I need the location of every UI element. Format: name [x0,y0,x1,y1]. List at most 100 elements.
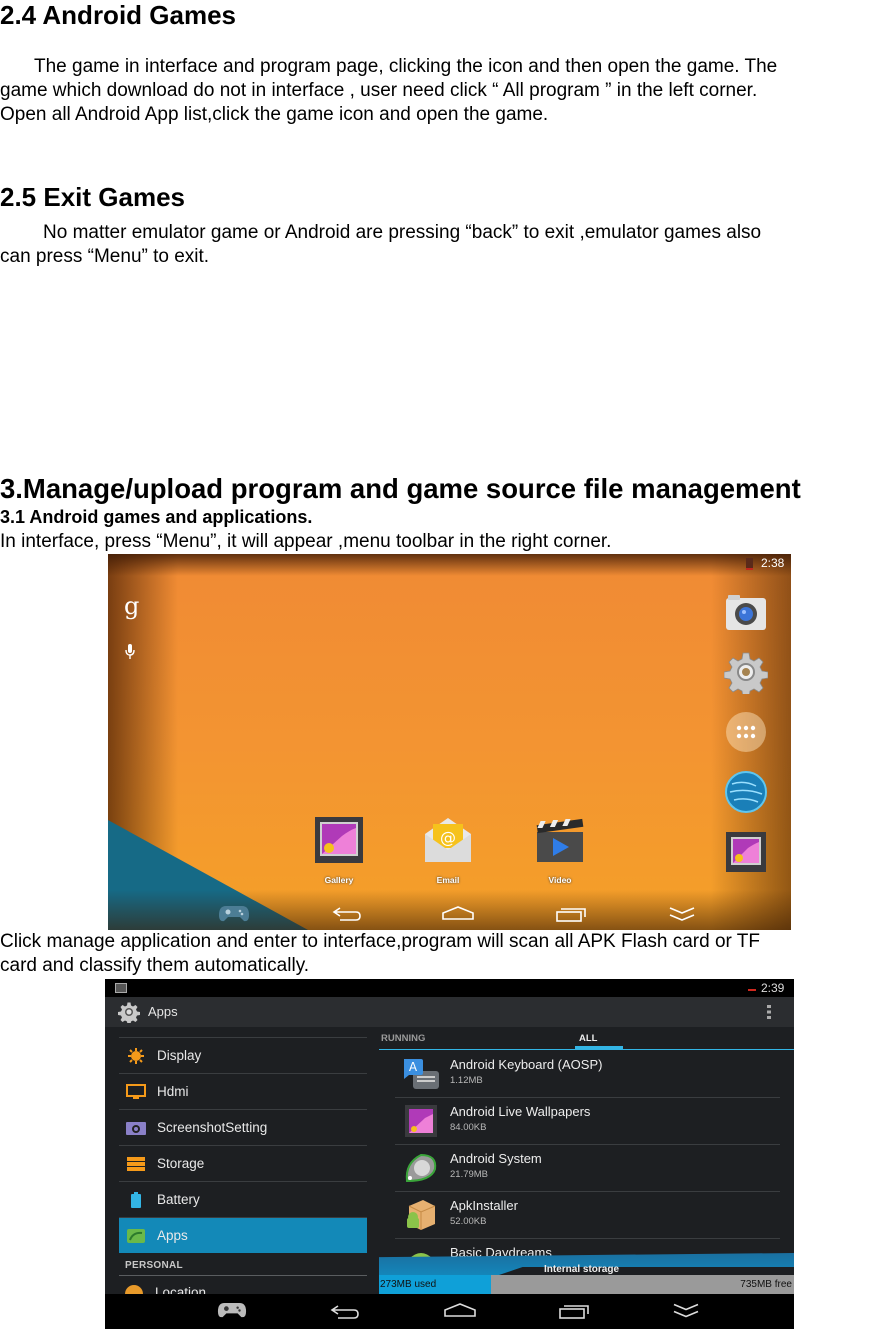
svg-text:A: A [409,1060,418,1074]
settings-item-label: Storage [157,1156,205,1171]
recents-icon[interactable] [558,1303,590,1319]
app-name: Android System [450,1151,542,1166]
notification-icon [746,558,753,570]
dock-label-email: Email [436,875,460,885]
apps-icon [127,1228,145,1243]
home-screen-screenshot: 2:38 g Gallery @ Email Video [108,554,791,930]
para-line: game which download do not in interface … [0,80,758,101]
settings-list: Display Hdmi ScreenshotSetting Storage B… [119,1027,367,1299]
status-time: 2:38 [761,556,785,570]
para-line: Open all Android App list,click the game… [0,104,549,125]
camera-icon[interactable] [724,592,768,636]
gamepad-icon[interactable] [217,1302,247,1319]
storage-label: Internal storage [544,1264,620,1275]
action-bar-title: Apps [148,1004,178,1019]
settings-item-label: Apps [157,1228,188,1243]
back-icon[interactable] [330,1304,360,1320]
paragraph-manage: Click manage application and enter to in… [0,930,888,978]
section-heading-3: 3.Manage/upload program and game source … [0,473,801,504]
apps-pane: RUNNING ALL A Android Keyboard (AOSP) 1.… [379,1027,794,1294]
status-time: 2:39 [761,981,785,995]
settings-item-storage[interactable]: Storage [119,1146,367,1182]
settings-item-battery[interactable]: Battery [119,1182,367,1218]
menu-collapse-icon[interactable] [672,1302,700,1319]
overflow-menu-icon[interactable] [766,1004,772,1020]
subsection-heading-3-1: 3.1 Android games and applications. [0,507,313,527]
settings-item-label: ScreenshotSetting [157,1120,268,1135]
para-line: Click manage application and enter to in… [0,931,761,952]
home-icon[interactable] [441,906,475,920]
gamepad-icon[interactable] [218,905,250,923]
battery-low-icon [748,989,756,991]
settings-item-apps[interactable]: Apps [119,1218,367,1253]
settings-item-display[interactable]: Display [119,1038,367,1074]
intro-text: In interface, press “Menu”, it will appe… [0,531,612,552]
dock-email-icon[interactable]: @ [423,816,473,864]
dock-label-video: Video [548,875,572,885]
screenshot-notification-icon [115,983,127,993]
settings-item-screenshot[interactable]: ScreenshotSetting [119,1110,367,1146]
camera-icon [126,1121,146,1135]
all-apps-icon[interactable] [724,710,768,754]
paragraph-2-5: No matter emulator game or Android are p… [0,221,888,269]
app-name: Android Keyboard (AOSP) [450,1057,603,1072]
menu-collapse-icon[interactable] [668,906,696,922]
divider [119,1275,367,1276]
app-size: 1.12MB [450,1075,483,1086]
app-name: Android Live Wallpapers [450,1104,591,1119]
svg-text:@: @ [440,828,456,847]
tab-indicator [575,1046,623,1049]
vignette [108,554,791,576]
storage-icon [127,1156,145,1171]
para-line: card and classify them automatically. [0,955,310,976]
settings-item-hdmi[interactable]: Hdmi [119,1074,367,1110]
storage-bar: Internal storage 273MB used 735MB free [379,1253,794,1294]
dock-gallery-icon[interactable] [314,816,364,864]
status-bar: 2:39 [105,979,794,997]
section-heading-2-5: 2.5 Exit Games [0,182,185,212]
display-brightness-icon [128,1047,144,1064]
app-list-item[interactable]: A Android Keyboard (AOSP) 1.12MB [395,1051,780,1098]
battery-icon [131,1191,141,1208]
dock-label-gallery: Gallery [324,875,354,885]
app-list-item[interactable]: ApkInstaller 52.00KB [395,1192,780,1239]
action-bar: Apps [105,997,794,1027]
settings-icon[interactable] [118,1001,140,1023]
settings-item-location[interactable]: Location [155,1285,206,1294]
app-name: ApkInstaller [450,1198,518,1213]
keyboard-icon: A [404,1059,439,1089]
browser-globe-icon[interactable] [724,770,768,814]
personal-header: PERSONAL [125,1260,183,1271]
para-line: can press “Menu” to exit. [0,246,210,267]
storage-used: 273MB used [380,1279,437,1290]
wallpaper-icon [405,1105,437,1137]
tab-all[interactable]: ALL [579,1033,597,1044]
section-heading-2-4: 2.4 Android Games [0,0,236,30]
para-line: The game in interface and program page, … [34,56,778,77]
navigation-bar [105,1294,794,1329]
app-list-item[interactable]: Android Live Wallpapers 84.00KB [395,1098,780,1145]
storage-free: 735MB free [740,1279,792,1290]
settings-icon[interactable] [724,650,768,694]
apps-tabs: RUNNING ALL [379,1027,794,1050]
app-size: 21.79MB [450,1169,489,1180]
settings-item-label: Display [157,1048,202,1063]
app-size: 84.00KB [450,1122,487,1133]
gallery-icon[interactable] [724,830,768,874]
apk-installer-icon [407,1200,436,1230]
settings-item-label: Hdmi [157,1084,189,1099]
tab-running[interactable]: RUNNING [381,1033,425,1044]
settings-item-label: Battery [157,1192,200,1207]
para-line: No matter emulator game or Android are p… [43,222,762,243]
recents-icon[interactable] [555,906,587,922]
app-list-item[interactable]: Android System 21.79MB [395,1145,780,1192]
home-icon[interactable] [443,1303,477,1317]
google-search-icon[interactable]: g [124,592,139,620]
dock-video-icon[interactable] [535,816,585,864]
settings-apps-screenshot: 2:39 Apps Display Hdmi ScreenshotSetting… [105,979,794,1329]
paragraph-2-4: The game in interface and program page, … [0,55,888,127]
mic-icon[interactable] [125,644,135,660]
back-icon[interactable] [332,906,362,922]
android-system-icon [405,1153,437,1183]
monitor-icon [126,1083,146,1099]
